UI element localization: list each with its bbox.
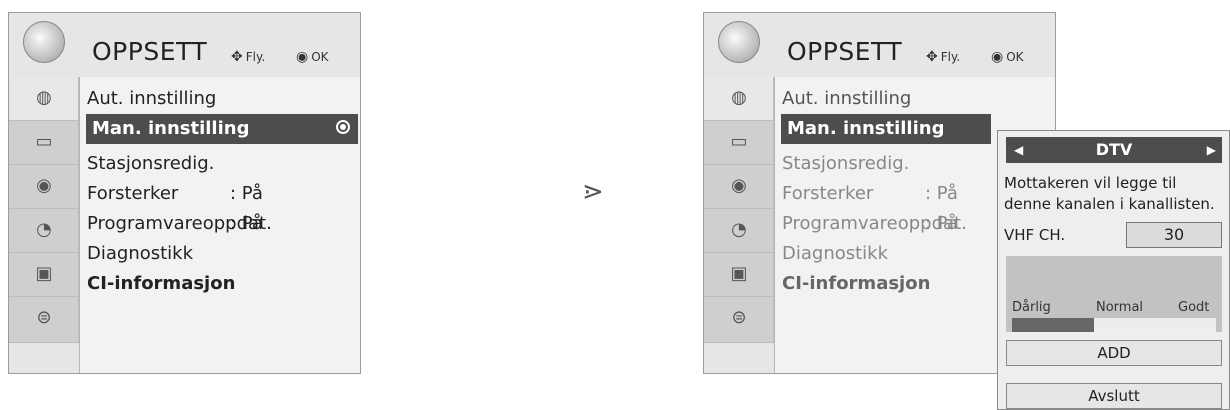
clock-icon: ◔ bbox=[731, 219, 747, 240]
ok-button-icon: ◉ bbox=[296, 49, 309, 65]
menu-item-channel-edit[interactable]: Stasjonsredig. bbox=[87, 153, 214, 174]
menu-title: OPPSETT bbox=[92, 37, 208, 66]
category-icon-column: ◍ ▭ ◉ ◔ ▣ ⊜ bbox=[9, 13, 79, 373]
move-arrows-icon: ✥ bbox=[926, 49, 938, 65]
move-arrows-icon: ✥ bbox=[231, 49, 243, 65]
tv-icon: ▭ bbox=[35, 131, 53, 152]
software-update-value: : På bbox=[230, 213, 263, 234]
menu-item-diagnostics[interactable]: Diagnostikk bbox=[782, 243, 888, 264]
clock-icon: ◔ bbox=[36, 219, 52, 240]
time-category-tile[interactable]: ◔ bbox=[9, 209, 79, 253]
lock-icon: ⊜ bbox=[731, 307, 747, 328]
speaker-icon: ◉ bbox=[731, 175, 747, 196]
menu-item-channel-edit[interactable]: Stasjonsredig. bbox=[782, 153, 909, 174]
channel-input[interactable]: 30 bbox=[1126, 222, 1222, 248]
signal-label-poor: Dårlig bbox=[1012, 300, 1051, 315]
menu-item-software-update[interactable]: Programvareoppdat.: På bbox=[782, 213, 967, 234]
satellite-icon: ◍ bbox=[36, 87, 52, 108]
popup-message: Mottakeren vil legge til denne kanalen i… bbox=[1004, 174, 1215, 213]
header-icon bbox=[704, 13, 774, 77]
menu-item-diagnostics[interactable]: Diagnostikk bbox=[87, 243, 193, 264]
option-category-tile[interactable]: ▣ bbox=[704, 253, 774, 297]
menu-title: OPPSETT bbox=[787, 37, 903, 66]
picture-category-tile[interactable]: ▭ bbox=[9, 121, 79, 165]
menu-item-ci-info[interactable]: CI-informasjon bbox=[87, 273, 235, 294]
menu-item-auto-tuning[interactable]: Aut. innstilling bbox=[782, 88, 911, 109]
options-icon: ▣ bbox=[35, 263, 53, 284]
menu-item-ci-info[interactable]: CI-informasjon bbox=[782, 273, 930, 294]
time-category-tile[interactable]: ◔ bbox=[704, 209, 774, 253]
lock-category-tile[interactable]: ⊜ bbox=[704, 297, 774, 343]
right-arrow-icon[interactable]: ▶ bbox=[1207, 137, 1216, 163]
audio-category-tile[interactable]: ◉ bbox=[704, 165, 774, 209]
tv-icon: ▭ bbox=[730, 131, 748, 152]
lock-icon: ⊜ bbox=[36, 307, 52, 328]
step-arrow: ⋗ bbox=[582, 177, 604, 207]
left-arrow-icon[interactable]: ◀ bbox=[1014, 137, 1023, 163]
ok-hint: ◉ OK bbox=[296, 49, 329, 65]
satellite-icon: ◍ bbox=[731, 87, 747, 108]
booster-value: : På bbox=[230, 183, 263, 204]
signal-label-normal: Normal bbox=[1096, 300, 1144, 315]
signal-label-good: Godt bbox=[1178, 300, 1210, 315]
mode-selector[interactable]: ◀ DTV ▶ bbox=[1006, 137, 1222, 163]
picture-category-tile[interactable]: ▭ bbox=[704, 121, 774, 165]
mode-label: DTV bbox=[1095, 140, 1133, 159]
satellite-dish-icon bbox=[718, 21, 760, 63]
move-hint: ✥ Fly. bbox=[926, 49, 961, 65]
lock-category-tile[interactable]: ⊜ bbox=[9, 297, 79, 343]
signal-bar bbox=[1012, 318, 1216, 332]
channel-label: VHF CH. bbox=[1004, 226, 1066, 244]
menu-item-manual-tuning[interactable]: Man. innstilling bbox=[781, 114, 991, 144]
speaker-icon: ◉ bbox=[36, 175, 52, 196]
option-category-tile[interactable]: ▣ bbox=[9, 253, 79, 297]
menu-item-software-update[interactable]: Programvareoppdat.: På bbox=[87, 213, 272, 234]
move-hint: ✥ Fly. bbox=[231, 49, 266, 65]
setup-category-tile[interactable]: ◍ bbox=[704, 77, 774, 121]
audio-category-tile[interactable]: ◉ bbox=[9, 165, 79, 209]
ok-button-icon: ◉ bbox=[991, 49, 1004, 65]
software-update-value: : På bbox=[925, 213, 958, 234]
setup-category-tile[interactable]: ◍ bbox=[9, 77, 79, 121]
manual-tuning-popup: ◀ DTV ▶ Mottakeren vil legge til denne k… bbox=[997, 130, 1230, 410]
booster-value: : På bbox=[925, 183, 958, 204]
menu-item-manual-tuning[interactable]: Man. innstilling bbox=[86, 114, 358, 144]
signal-strength-panel: Dårlig Normal Godt bbox=[1006, 256, 1222, 332]
header-icon bbox=[9, 13, 79, 77]
ok-hint: ◉ OK bbox=[991, 49, 1024, 65]
add-button[interactable]: ADD bbox=[1006, 340, 1222, 366]
exit-button[interactable]: Avslutt bbox=[1006, 383, 1222, 409]
signal-bar-fill bbox=[1012, 318, 1094, 332]
menu-item-auto-tuning[interactable]: Aut. innstilling bbox=[87, 88, 216, 109]
category-icon-column: ◍ ▭ ◉ ◔ ▣ ⊜ bbox=[704, 13, 774, 373]
ok-icon bbox=[336, 120, 350, 134]
satellite-dish-icon bbox=[23, 21, 65, 63]
options-icon: ▣ bbox=[730, 263, 748, 284]
menu-item-booster[interactable]: Forsterker: På bbox=[87, 183, 263, 204]
setup-menu-left: ◍ ▭ ◉ ◔ ▣ ⊜ OPPSETT ✥ Fly. ◉ OK Aut. innst… bbox=[8, 12, 361, 374]
menu-item-booster[interactable]: Forsterker: På bbox=[782, 183, 958, 204]
